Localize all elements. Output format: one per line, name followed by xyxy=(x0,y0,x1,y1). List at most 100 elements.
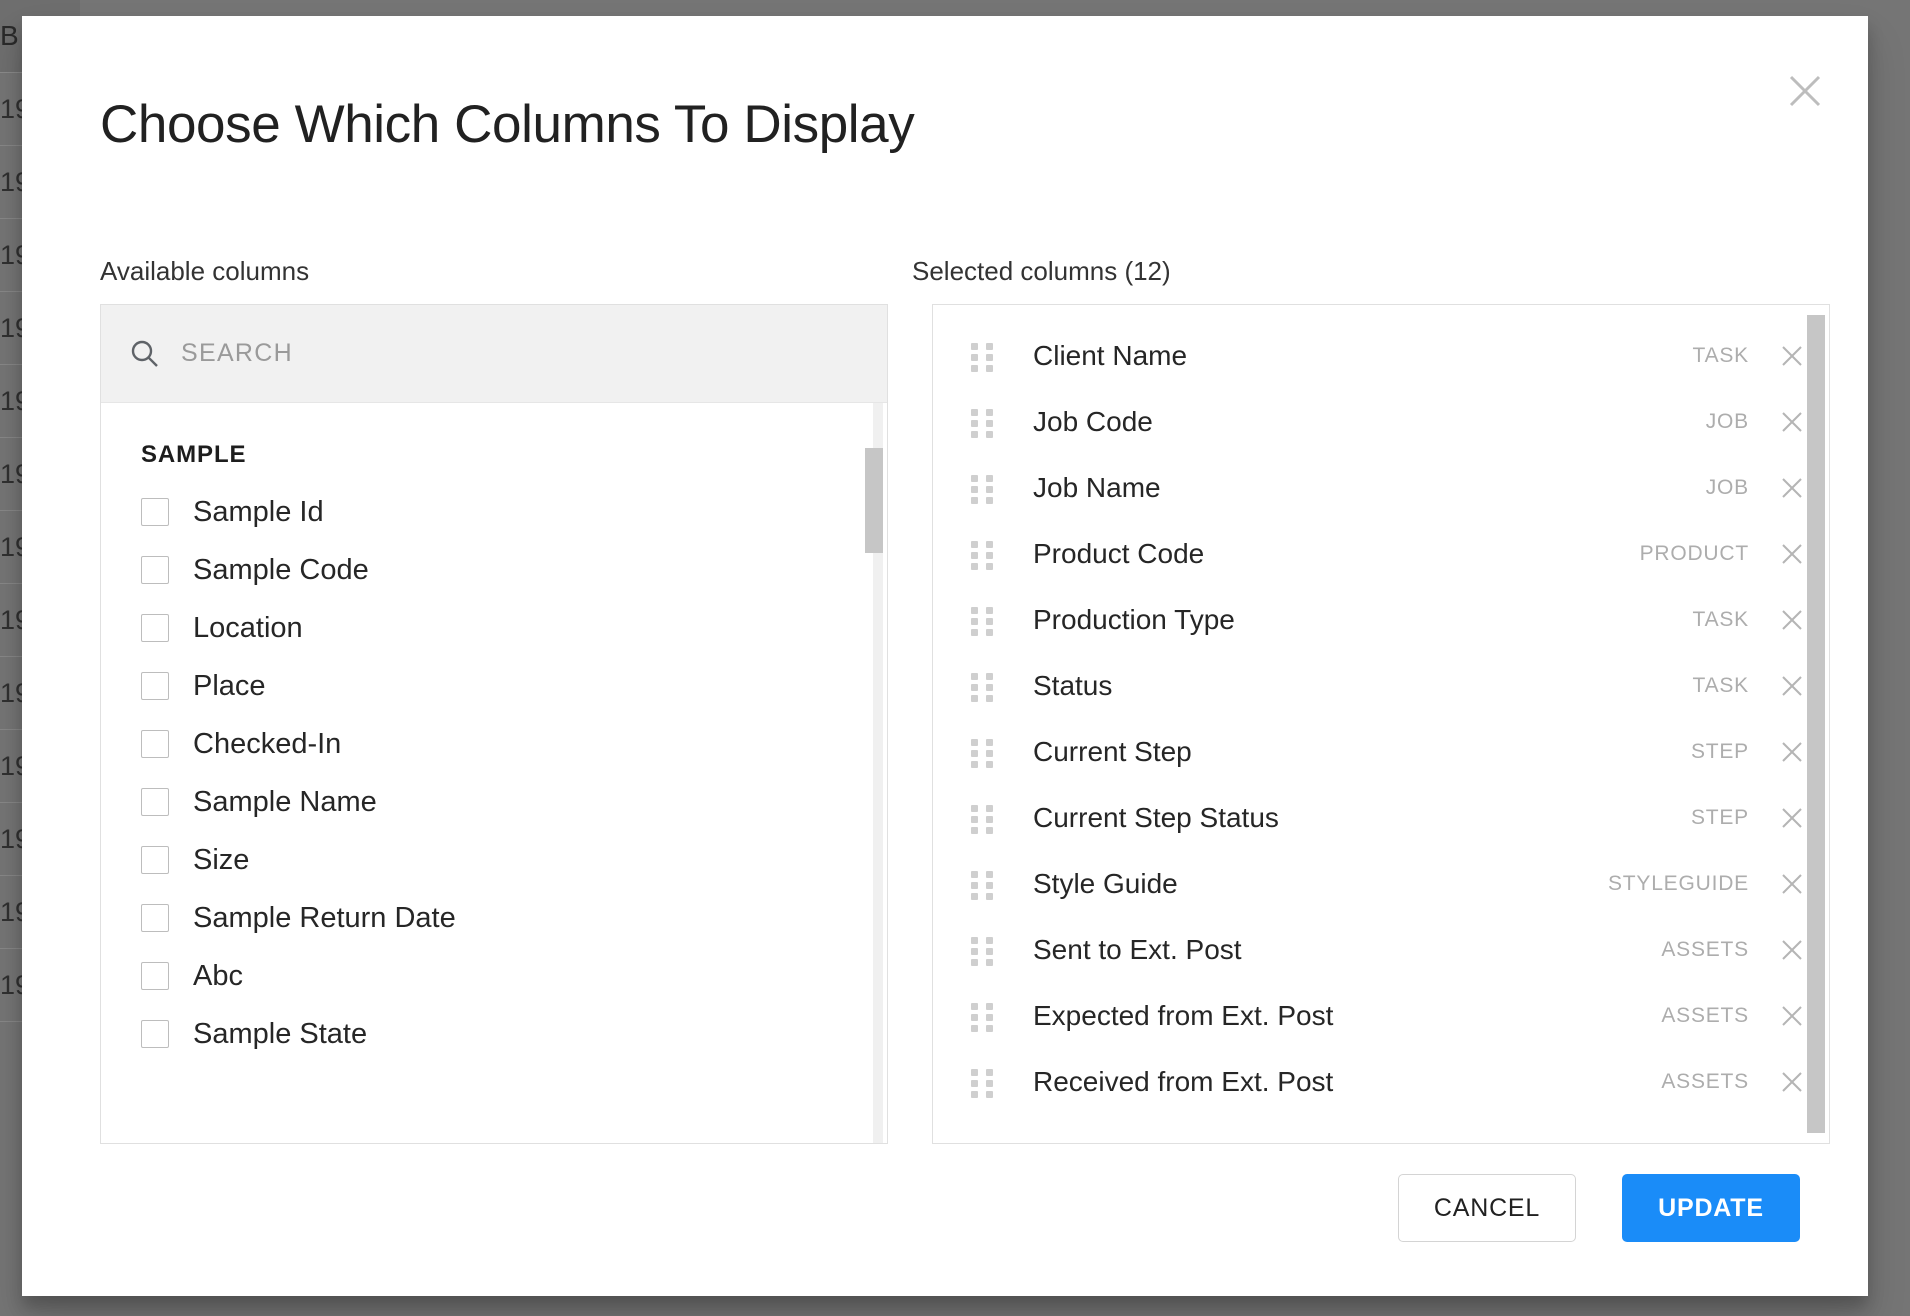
remove-column-icon[interactable] xyxy=(1777,935,1807,965)
available-column-item[interactable]: Size xyxy=(101,831,887,889)
available-column-item[interactable]: Sample State xyxy=(101,1005,887,1063)
drag-handle-icon[interactable] xyxy=(971,739,993,768)
available-column-item[interactable]: Checked-In xyxy=(101,715,887,773)
selected-column-category-tag: ASSETS xyxy=(1661,938,1749,961)
selected-column-category-tag: TASK xyxy=(1692,674,1749,697)
available-column-label: Location xyxy=(193,611,303,644)
selected-column-label: Client Name xyxy=(1033,340,1188,371)
remove-column-icon[interactable] xyxy=(1777,473,1807,503)
selected-columns-list: Client Name TASK Job Code JOB Job Name JOB Pro… xyxy=(933,305,1829,1115)
selected-column-category-tag: JOB xyxy=(1705,476,1749,499)
remove-column-icon[interactable] xyxy=(1777,407,1807,437)
drag-handle-icon[interactable] xyxy=(971,607,993,636)
available-column-label: Sample Id xyxy=(193,495,324,528)
drag-handle-icon[interactable] xyxy=(971,937,993,966)
available-column-label: Sample Code xyxy=(193,553,369,586)
selected-column-row[interactable]: Status TASK xyxy=(933,653,1829,719)
selected-column-row[interactable]: Production Type TASK xyxy=(933,587,1829,653)
remove-column-icon[interactable] xyxy=(1777,737,1807,767)
selected-column-row[interactable]: Current Step STEP xyxy=(933,719,1829,785)
drag-handle-icon[interactable] xyxy=(971,1003,993,1032)
available-list-scrollbar-track[interactable] xyxy=(865,403,883,1143)
available-column-label: Size xyxy=(193,843,250,876)
cancel-button[interactable]: CANCEL xyxy=(1398,1174,1576,1242)
selected-column-label: Production Type xyxy=(1033,604,1235,635)
remove-column-icon[interactable] xyxy=(1777,539,1807,569)
selected-column-row[interactable]: Client Name TASK xyxy=(933,323,1829,389)
available-column-label: Sample Name xyxy=(193,785,377,818)
available-column-item[interactable]: Location xyxy=(101,599,887,657)
selected-column-row[interactable]: Sent to Ext. Post ASSETS xyxy=(933,917,1829,983)
checkbox-icon[interactable] xyxy=(141,904,169,932)
page-title: Choose Which Columns To Display xyxy=(100,95,915,154)
selected-column-label: Job Code xyxy=(1033,406,1153,437)
selected-column-label: Status xyxy=(1033,670,1113,701)
checkbox-icon[interactable] xyxy=(141,730,169,758)
drag-handle-icon[interactable] xyxy=(971,673,993,702)
remove-column-icon[interactable] xyxy=(1777,1067,1807,1097)
checkbox-icon[interactable] xyxy=(141,846,169,874)
available-column-item[interactable]: Sample Name xyxy=(101,773,887,831)
available-column-item[interactable]: Abc xyxy=(101,947,887,1005)
available-column-item[interactable]: Sample Code xyxy=(101,541,887,599)
selected-column-row[interactable]: Job Code JOB xyxy=(933,389,1829,455)
drag-handle-icon[interactable] xyxy=(971,805,993,834)
selected-column-label: Job Name xyxy=(1033,472,1161,503)
checkbox-icon[interactable] xyxy=(141,788,169,816)
search-input[interactable] xyxy=(179,338,783,369)
drag-handle-icon[interactable] xyxy=(971,1069,993,1098)
drag-handle-icon[interactable] xyxy=(971,541,993,570)
selected-column-row[interactable]: Received from Ext. Post ASSETS xyxy=(933,1049,1829,1115)
selected-column-label: Received from Ext. Post xyxy=(1033,1066,1334,1097)
available-column-label: Place xyxy=(193,669,266,702)
drag-handle-icon[interactable] xyxy=(971,871,993,900)
selected-column-category-tag: PRODUCT xyxy=(1639,542,1749,565)
selected-column-row[interactable]: Job Name JOB xyxy=(933,455,1829,521)
selected-column-row[interactable]: Product Code PRODUCT xyxy=(933,521,1829,587)
drag-handle-icon[interactable] xyxy=(971,343,993,372)
checkbox-icon[interactable] xyxy=(141,498,169,526)
selected-columns-panel: Client Name TASK Job Code JOB Job Name JOB Pro… xyxy=(932,304,1830,1144)
selected-column-row[interactable]: Current Step Status STEP xyxy=(933,785,1829,851)
selected-column-category-tag: TASK xyxy=(1692,608,1749,631)
selected-column-label: Current Step xyxy=(1033,736,1192,767)
column-group-title: SAMPLE xyxy=(141,441,247,468)
close-icon[interactable] xyxy=(1778,64,1832,118)
search-bar[interactable] xyxy=(101,305,887,403)
selected-column-category-tag: STYLEGUIDE xyxy=(1607,872,1749,895)
update-button[interactable]: UPDATE xyxy=(1622,1174,1800,1242)
selected-column-category-tag: STEP xyxy=(1690,806,1749,829)
selected-list-scrollbar-thumb[interactable] xyxy=(1807,315,1825,1133)
search-icon xyxy=(129,338,161,370)
selected-column-row[interactable]: Expected from Ext. Post ASSETS xyxy=(933,983,1829,1049)
available-column-item[interactable]: Place xyxy=(101,657,887,715)
selected-column-label: Expected from Ext. Post xyxy=(1033,1000,1334,1031)
available-column-label: Sample State xyxy=(193,1017,368,1050)
remove-column-icon[interactable] xyxy=(1777,869,1807,899)
available-columns-list: SAMPLE Sample Id Sample Code Location Place C… xyxy=(101,403,887,1143)
available-column-label: Checked-In xyxy=(193,727,342,760)
available-column-item[interactable]: Sample Id xyxy=(101,483,887,541)
remove-column-icon[interactable] xyxy=(1777,605,1807,635)
available-columns-label: Available columns xyxy=(100,256,310,286)
checkbox-icon[interactable] xyxy=(141,962,169,990)
selected-list-scrollbar-track[interactable] xyxy=(1807,305,1827,1143)
choose-columns-dialog: Choose Which Columns To Display Availabl… xyxy=(22,16,1868,1296)
remove-column-icon[interactable] xyxy=(1777,803,1807,833)
drag-handle-icon[interactable] xyxy=(971,475,993,504)
selected-columns-label: Selected columns (12) xyxy=(912,256,1171,286)
checkbox-icon[interactable] xyxy=(141,556,169,584)
remove-column-icon[interactable] xyxy=(1777,671,1807,701)
drag-handle-icon[interactable] xyxy=(971,409,993,438)
remove-column-icon[interactable] xyxy=(1777,341,1807,371)
selected-column-row[interactable]: Style Guide STYLEGUIDE xyxy=(933,851,1829,917)
available-column-item[interactable]: Sample Return Date xyxy=(101,889,887,947)
selected-column-category-tag: JOB xyxy=(1705,410,1749,433)
checkbox-icon[interactable] xyxy=(141,1020,169,1048)
available-column-label: Abc xyxy=(193,959,243,992)
checkbox-icon[interactable] xyxy=(141,614,169,642)
available-list-scrollbar-thumb[interactable] xyxy=(865,448,883,553)
checkbox-icon[interactable] xyxy=(141,672,169,700)
remove-column-icon[interactable] xyxy=(1777,1001,1807,1031)
selected-column-category-tag: ASSETS xyxy=(1661,1070,1749,1093)
